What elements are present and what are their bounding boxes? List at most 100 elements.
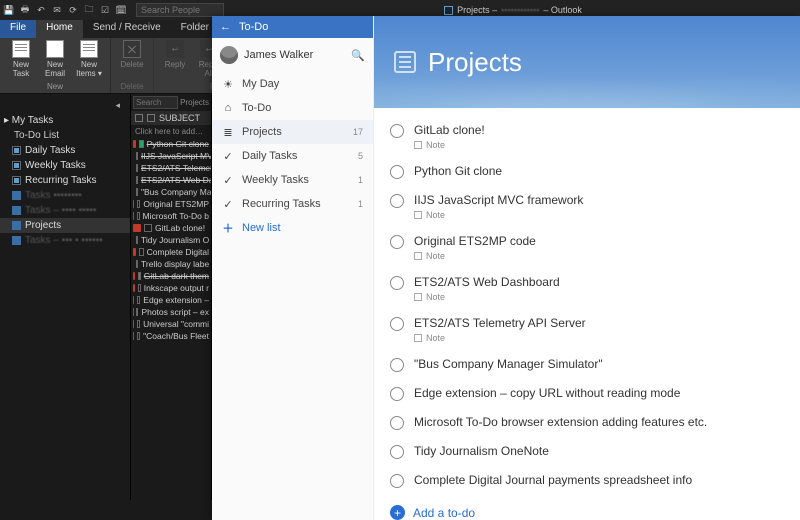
task-row[interactable]: GitLab clone! (131, 222, 211, 234)
todo-icon[interactable]: ☑ (100, 5, 110, 15)
todo-item[interactable]: Tidy Journalism OneNote (388, 437, 786, 466)
complete-checkbox[interactable] (139, 140, 143, 148)
todo-user-row[interactable]: James Walker 🔍 (212, 38, 373, 72)
complete-checkbox[interactable] (136, 164, 138, 172)
complete-checkbox[interactable] (136, 176, 138, 184)
new-list-button[interactable]: ＋ New list (212, 216, 373, 240)
my-tasks-header[interactable]: ▸ My Tasks (0, 113, 130, 128)
archive-icon[interactable]: 🗀 (84, 5, 94, 15)
new-task-button[interactable]: New Task (6, 40, 36, 82)
todo-menu-item[interactable]: ✓Weekly Tasks1 (212, 168, 373, 192)
complete-circle[interactable] (390, 276, 404, 290)
task-row[interactable]: Microsoft To-Do b (131, 210, 211, 222)
todo-item[interactable]: GitLab clone!Note (388, 116, 786, 157)
complete-circle[interactable] (390, 317, 404, 331)
tab-file[interactable]: File (0, 20, 36, 38)
search-people-input[interactable] (136, 3, 224, 17)
task-row[interactable]: "Bus Company Ma (131, 186, 211, 198)
add-task-row[interactable]: Click here to add… (131, 125, 211, 138)
sidebar-item[interactable]: Projects (0, 218, 130, 233)
complete-checkbox[interactable] (139, 248, 143, 256)
complete-circle[interactable] (390, 416, 404, 430)
reply-button[interactable]: Reply (160, 40, 190, 82)
sidebar-item[interactable]: Weekly Tasks (0, 158, 130, 173)
complete-circle[interactable] (390, 445, 404, 459)
complete-checkbox[interactable] (138, 272, 141, 280)
tab-send-receive[interactable]: Send / Receive (83, 20, 171, 38)
task-row[interactable]: Trello display labe (131, 258, 211, 270)
todo-menu-item[interactable]: ☀My Day (212, 72, 373, 96)
task-row[interactable]: IIJS JavaScript MV (131, 150, 211, 162)
sync-icon[interactable]: ⟳ (68, 5, 78, 15)
undo-icon[interactable]: ↶ (36, 5, 46, 15)
sidebar-item[interactable]: Daily Tasks (0, 143, 130, 158)
complete-circle[interactable] (390, 235, 404, 249)
complete-checkbox[interactable] (137, 332, 140, 340)
tab-home[interactable]: Home (36, 20, 83, 38)
task-search-input[interactable] (133, 96, 178, 109)
new-email-button[interactable]: New Email (40, 40, 70, 82)
search-icon[interactable]: 🔍 (351, 49, 365, 62)
complete-checkbox[interactable] (137, 296, 140, 304)
complete-circle[interactable] (390, 165, 404, 179)
task-row[interactable]: "Coach/Bus Fleet (131, 330, 211, 342)
complete-checkbox[interactable] (136, 260, 138, 268)
sidebar-item[interactable]: Tasks – ▪▪▪ ▪ ▪▪▪▪▪▪ (0, 233, 130, 248)
task-row[interactable]: Python Git clone (131, 138, 211, 150)
task-row[interactable]: Original ETS2MP (131, 198, 211, 210)
complete-checkbox[interactable] (136, 236, 138, 244)
complete-checkbox[interactable] (144, 224, 152, 232)
sidebar-item[interactable]: Tasks ▪▪▪▪▪▪▪▪ (0, 188, 130, 203)
complete-checkbox[interactable] (138, 284, 141, 292)
todo-item[interactable]: Microsoft To-Do browser extension adding… (388, 408, 786, 437)
todo-menu-count: 1 (358, 175, 363, 185)
todo-item[interactable]: Edge extension – copy URL without readin… (388, 379, 786, 408)
task-row[interactable]: GitLab dark them (131, 270, 211, 282)
task-search-scope[interactable]: Projects (180, 98, 209, 107)
complete-circle[interactable] (390, 124, 404, 138)
todo-item[interactable]: IIJS JavaScript MVC frameworkNote (388, 186, 786, 227)
save-icon[interactable]: 💾 (4, 5, 14, 15)
add-todo-input[interactable]: + Add a to-do (388, 495, 786, 520)
todo-item[interactable]: Original ETS2MP codeNote (388, 227, 786, 268)
complete-circle[interactable] (390, 358, 404, 372)
todo-item[interactable]: "Bus Company Manager Simulator" (388, 350, 786, 379)
task-row[interactable]: Inkscape output r (131, 282, 211, 294)
calendar-icon[interactable]: 🗓 (116, 5, 126, 15)
task-row[interactable]: ETS2/ATS Web Da (131, 174, 211, 186)
task-row[interactable]: Photos script – ex (131, 306, 211, 318)
complete-checkbox[interactable] (137, 212, 140, 220)
task-row[interactable]: ETS2/ATS Telemetr (131, 162, 211, 174)
todo-item[interactable]: Complete Digital Journal payments spread… (388, 466, 786, 495)
send-icon[interactable]: ✉ (52, 5, 62, 15)
collapse-folder-pane-button[interactable]: ◂ (109, 98, 126, 113)
todo-item[interactable]: Python Git clone (388, 157, 786, 186)
delete-button[interactable]: Delete (117, 40, 147, 82)
todo-item[interactable]: ETS2/ATS Web DashboardNote (388, 268, 786, 309)
complete-checkbox[interactable] (136, 152, 138, 160)
todo-menu-item[interactable]: ✓Recurring Tasks1 (212, 192, 373, 216)
task-row[interactable]: Universal "commi (131, 318, 211, 330)
complete-checkbox[interactable] (136, 308, 138, 316)
complete-checkbox[interactable] (137, 320, 140, 328)
todo-menu-item[interactable]: ≣Projects17 (212, 120, 373, 144)
print-icon[interactable]: 🖶 (20, 5, 30, 15)
new-items-button[interactable]: New Items ▾ (74, 40, 104, 82)
sidebar-item[interactable]: Tasks – ▪▪▪▪ ▪▪▪▪▪ (0, 203, 130, 218)
task-column-header[interactable]: SUBJECT (131, 111, 211, 125)
complete-circle[interactable] (390, 387, 404, 401)
complete-checkbox[interactable] (136, 188, 138, 196)
task-row[interactable]: Complete Digital (131, 246, 211, 258)
complete-circle[interactable] (390, 194, 404, 208)
sidebar-item[interactable]: Recurring Tasks (0, 173, 130, 188)
todo-item[interactable]: ETS2/ATS Telemetry API ServerNote (388, 309, 786, 350)
complete-circle[interactable] (390, 474, 404, 488)
to-do-list-link[interactable]: To-Do List (0, 128, 130, 143)
task-row[interactable]: Edge extension – (131, 294, 211, 306)
complete-checkbox[interactable] (137, 200, 140, 208)
todo-menu-item[interactable]: ⌂To-Do (212, 96, 373, 120)
task-row[interactable]: Tidy Journalism O (131, 234, 211, 246)
back-button[interactable]: ← (220, 21, 231, 33)
todo-menu-item[interactable]: ✓Daily Tasks5 (212, 144, 373, 168)
list-hero: Projects (374, 16, 800, 108)
